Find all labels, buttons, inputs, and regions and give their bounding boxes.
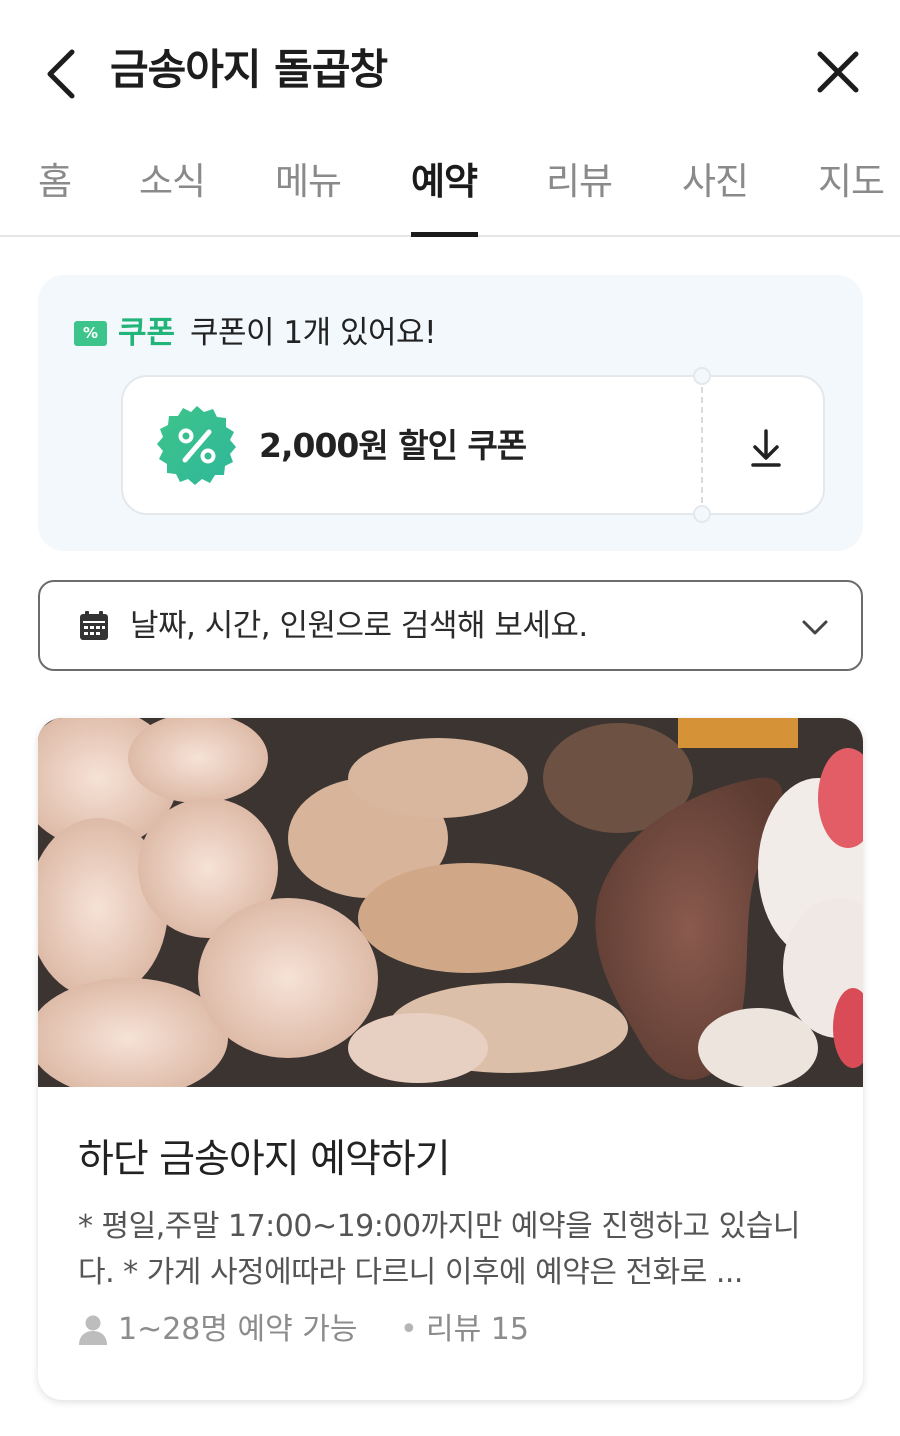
- coupon-ticket-icon: %: [74, 321, 107, 346]
- tab-reviews[interactable]: 리뷰: [546, 154, 613, 210]
- coupon-divider: [701, 377, 703, 513]
- active-tab-indicator: [411, 232, 478, 237]
- tab-map[interactable]: 지도: [818, 154, 885, 210]
- coupon-notch-bottom: [693, 505, 711, 523]
- chevron-down-icon: [802, 620, 828, 635]
- reservation-search-field[interactable]: 날짜, 시간, 인원으로 검색해 보세요.: [38, 580, 863, 671]
- food-photo: [38, 718, 863, 1087]
- reservation-card[interactable]: 하단 금송아지 예약하기 * 평일,주말 17:00~19:00까지만 예약을 …: [38, 718, 863, 1400]
- close-icon: [817, 51, 859, 93]
- percent-badge-icon: [157, 406, 236, 485]
- reservation-card-title: 하단 금송아지 예약하기: [78, 1137, 451, 1182]
- tab-news[interactable]: 소식: [139, 154, 206, 210]
- coupon-notch-top: [693, 367, 711, 385]
- coupon-card[interactable]: 2,000원 할인 쿠폰: [121, 367, 825, 523]
- calendar-icon: [80, 611, 108, 640]
- tab-menu[interactable]: 메뉴: [275, 154, 342, 210]
- close-button[interactable]: [810, 44, 866, 100]
- coupon-label: 쿠폰: [118, 315, 176, 351]
- page-title: 금송아지 돌곱창: [110, 45, 388, 94]
- reservation-search-placeholder: 날짜, 시간, 인원으로 검색해 보세요.: [130, 608, 588, 644]
- top-header: 금송아지 돌곱창: [0, 0, 900, 140]
- meta-separator: •: [400, 1312, 418, 1347]
- back-button[interactable]: [40, 44, 92, 100]
- coupon-count-text: 쿠폰이 1개 있어요!: [190, 315, 437, 351]
- tab-photos[interactable]: 사진: [682, 154, 749, 210]
- tab-bar: 홈 소식 메뉴 예약 리뷰 사진 지도: [0, 140, 900, 237]
- coupon-section: % 쿠폰 쿠폰이 1개 있어요! 2,000원 할인 쿠폰: [38, 275, 863, 551]
- reservation-capacity: 1~28명 예약 가능: [118, 1312, 358, 1347]
- coupon-download-button[interactable]: [711, 397, 821, 497]
- download-icon: [751, 429, 781, 467]
- review-count: 리뷰 15: [426, 1312, 529, 1347]
- tab-home[interactable]: 홈: [38, 154, 72, 210]
- tab-reservation[interactable]: 예약: [411, 154, 478, 210]
- chevron-left-icon: [47, 49, 75, 99]
- person-icon: [79, 1315, 107, 1345]
- reservation-card-description: * 평일,주말 17:00~19:00까지만 예약을 진행하고 있습니다. * …: [78, 1209, 800, 1290]
- coupon-card-text: 2,000원 할인 쿠폰: [259, 426, 527, 465]
